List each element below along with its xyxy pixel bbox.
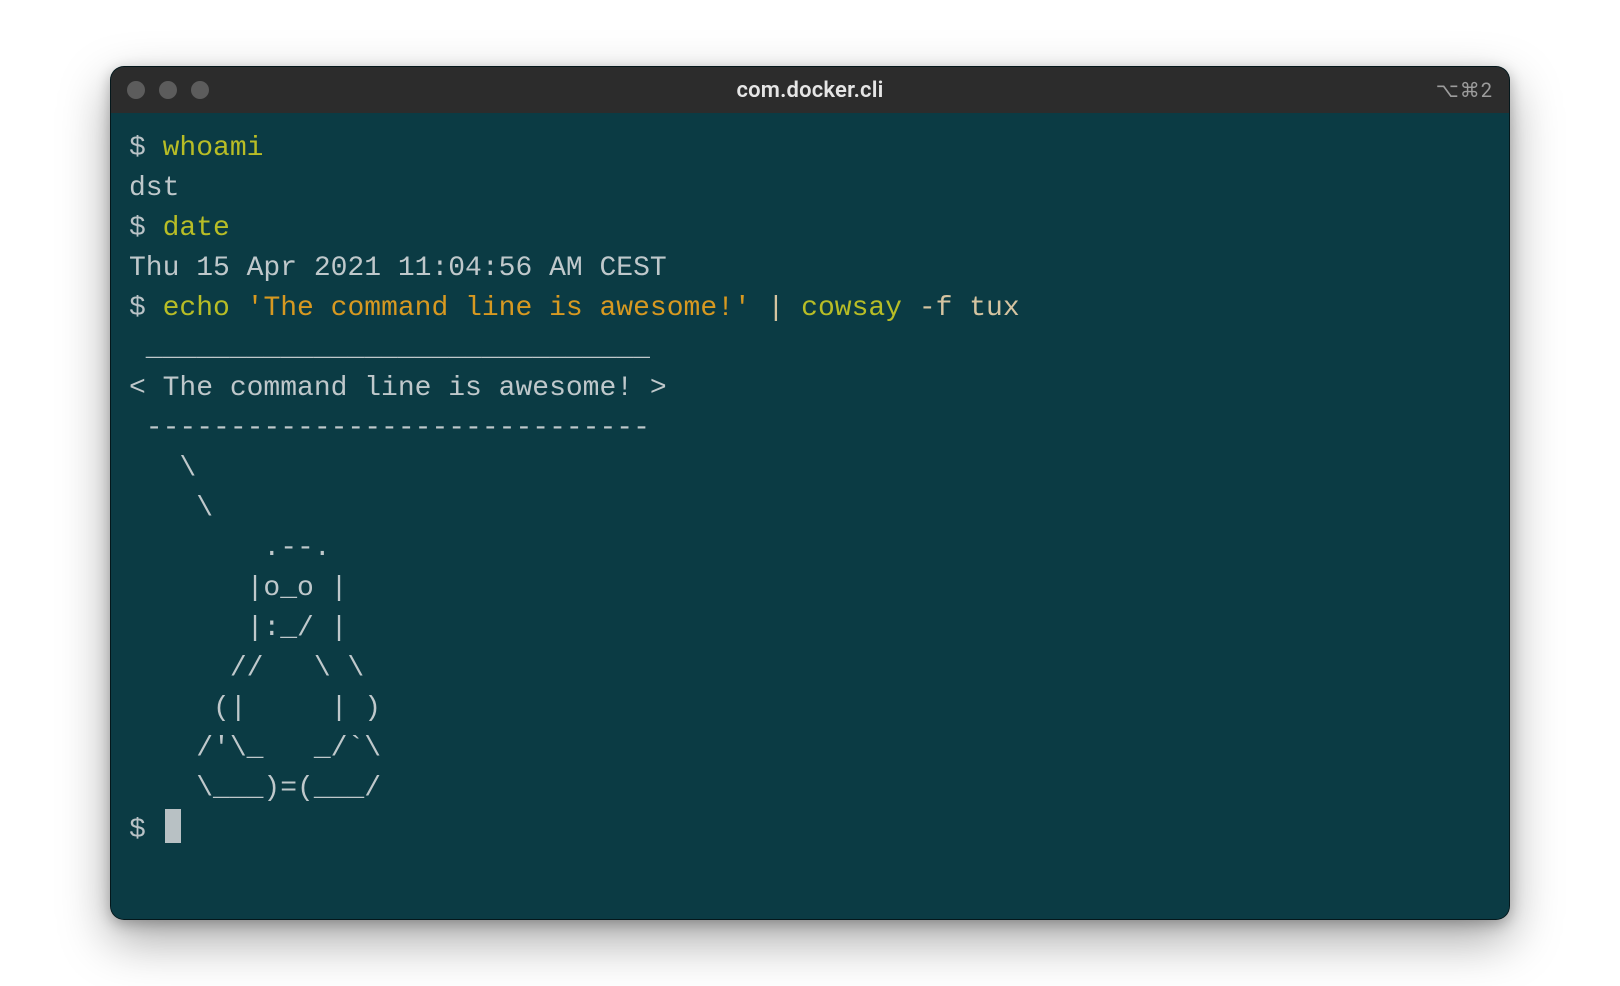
- command-segment: [751, 293, 768, 324]
- terminal-output-line: \___)=(___/: [129, 769, 1491, 809]
- output-text: /'\_ _/`\: [129, 733, 381, 764]
- prompt-symbol: $: [129, 213, 163, 244]
- terminal-output-line: dst: [129, 169, 1491, 209]
- terminal-output-line: |:_/ |: [129, 609, 1491, 649]
- command-segment: 'The command line is awesome!': [247, 293, 751, 324]
- output-text: ______________________________: [129, 333, 650, 364]
- output-text: // \ \: [129, 653, 364, 684]
- command-segment: echo: [163, 293, 230, 324]
- minimize-icon[interactable]: [159, 81, 177, 99]
- terminal-output-line: (| | ): [129, 689, 1491, 729]
- window-title: com.docker.cli: [111, 78, 1509, 103]
- command-segment: cowsay: [801, 293, 902, 324]
- window-shortcut-indicator: ⌥⌘2: [1436, 78, 1493, 102]
- terminal-output-line: ------------------------------: [129, 409, 1491, 449]
- terminal-command-line: $ whoami: [129, 129, 1491, 169]
- output-text: |o_o |: [129, 573, 347, 604]
- terminal-output-line: /'\_ _/`\: [129, 729, 1491, 769]
- output-text: |:_/ |: [129, 613, 347, 644]
- terminal-output-line: .--.: [129, 529, 1491, 569]
- terminal-prompt-line: $: [129, 809, 1491, 851]
- command-segment: -f tux: [919, 293, 1020, 324]
- command-segment: |: [768, 293, 785, 324]
- command-segment: whoami: [163, 133, 264, 164]
- terminal-command-line: $ date: [129, 209, 1491, 249]
- output-text: \: [129, 493, 213, 524]
- output-text: < The command line is awesome! >: [129, 373, 667, 404]
- output-text: dst: [129, 173, 179, 204]
- prompt-symbol: $: [129, 815, 163, 846]
- command-segment: [230, 293, 247, 324]
- terminal-output-line: // \ \: [129, 649, 1491, 689]
- zoom-icon[interactable]: [191, 81, 209, 99]
- traffic-lights: [127, 81, 209, 99]
- terminal-output-line: |o_o |: [129, 569, 1491, 609]
- prompt-symbol: $: [129, 133, 163, 164]
- window-titlebar: com.docker.cli ⌥⌘2: [111, 67, 1509, 113]
- output-text: \___)=(___/: [129, 773, 381, 804]
- terminal-output-line: \: [129, 449, 1491, 489]
- output-text: Thu 15 Apr 2021 11:04:56 AM CEST: [129, 253, 667, 284]
- terminal-output-line: ______________________________: [129, 329, 1491, 369]
- command-segment: date: [163, 213, 230, 244]
- terminal-window: com.docker.cli ⌥⌘2 $ whoami dst $ date Thu …: [110, 66, 1510, 920]
- terminal-output-line: \: [129, 489, 1491, 529]
- command-segment: [902, 293, 919, 324]
- output-text: ------------------------------: [129, 413, 650, 444]
- terminal-output-line: < The command line is awesome! >: [129, 369, 1491, 409]
- terminal-output-line: Thu 15 Apr 2021 11:04:56 AM CEST: [129, 249, 1491, 289]
- output-text: .--.: [129, 533, 331, 564]
- output-text: \: [129, 453, 196, 484]
- terminal-body[interactable]: $ whoami dst $ date Thu 15 Apr 2021 11:04:5…: [111, 113, 1509, 919]
- close-icon[interactable]: [127, 81, 145, 99]
- prompt-symbol: $: [129, 293, 163, 324]
- cursor-icon: [165, 809, 181, 843]
- command-segment: [784, 293, 801, 324]
- terminal-command-line: $ echo 'The command line is awesome!' | …: [129, 289, 1491, 329]
- output-text: (| | ): [129, 693, 381, 724]
